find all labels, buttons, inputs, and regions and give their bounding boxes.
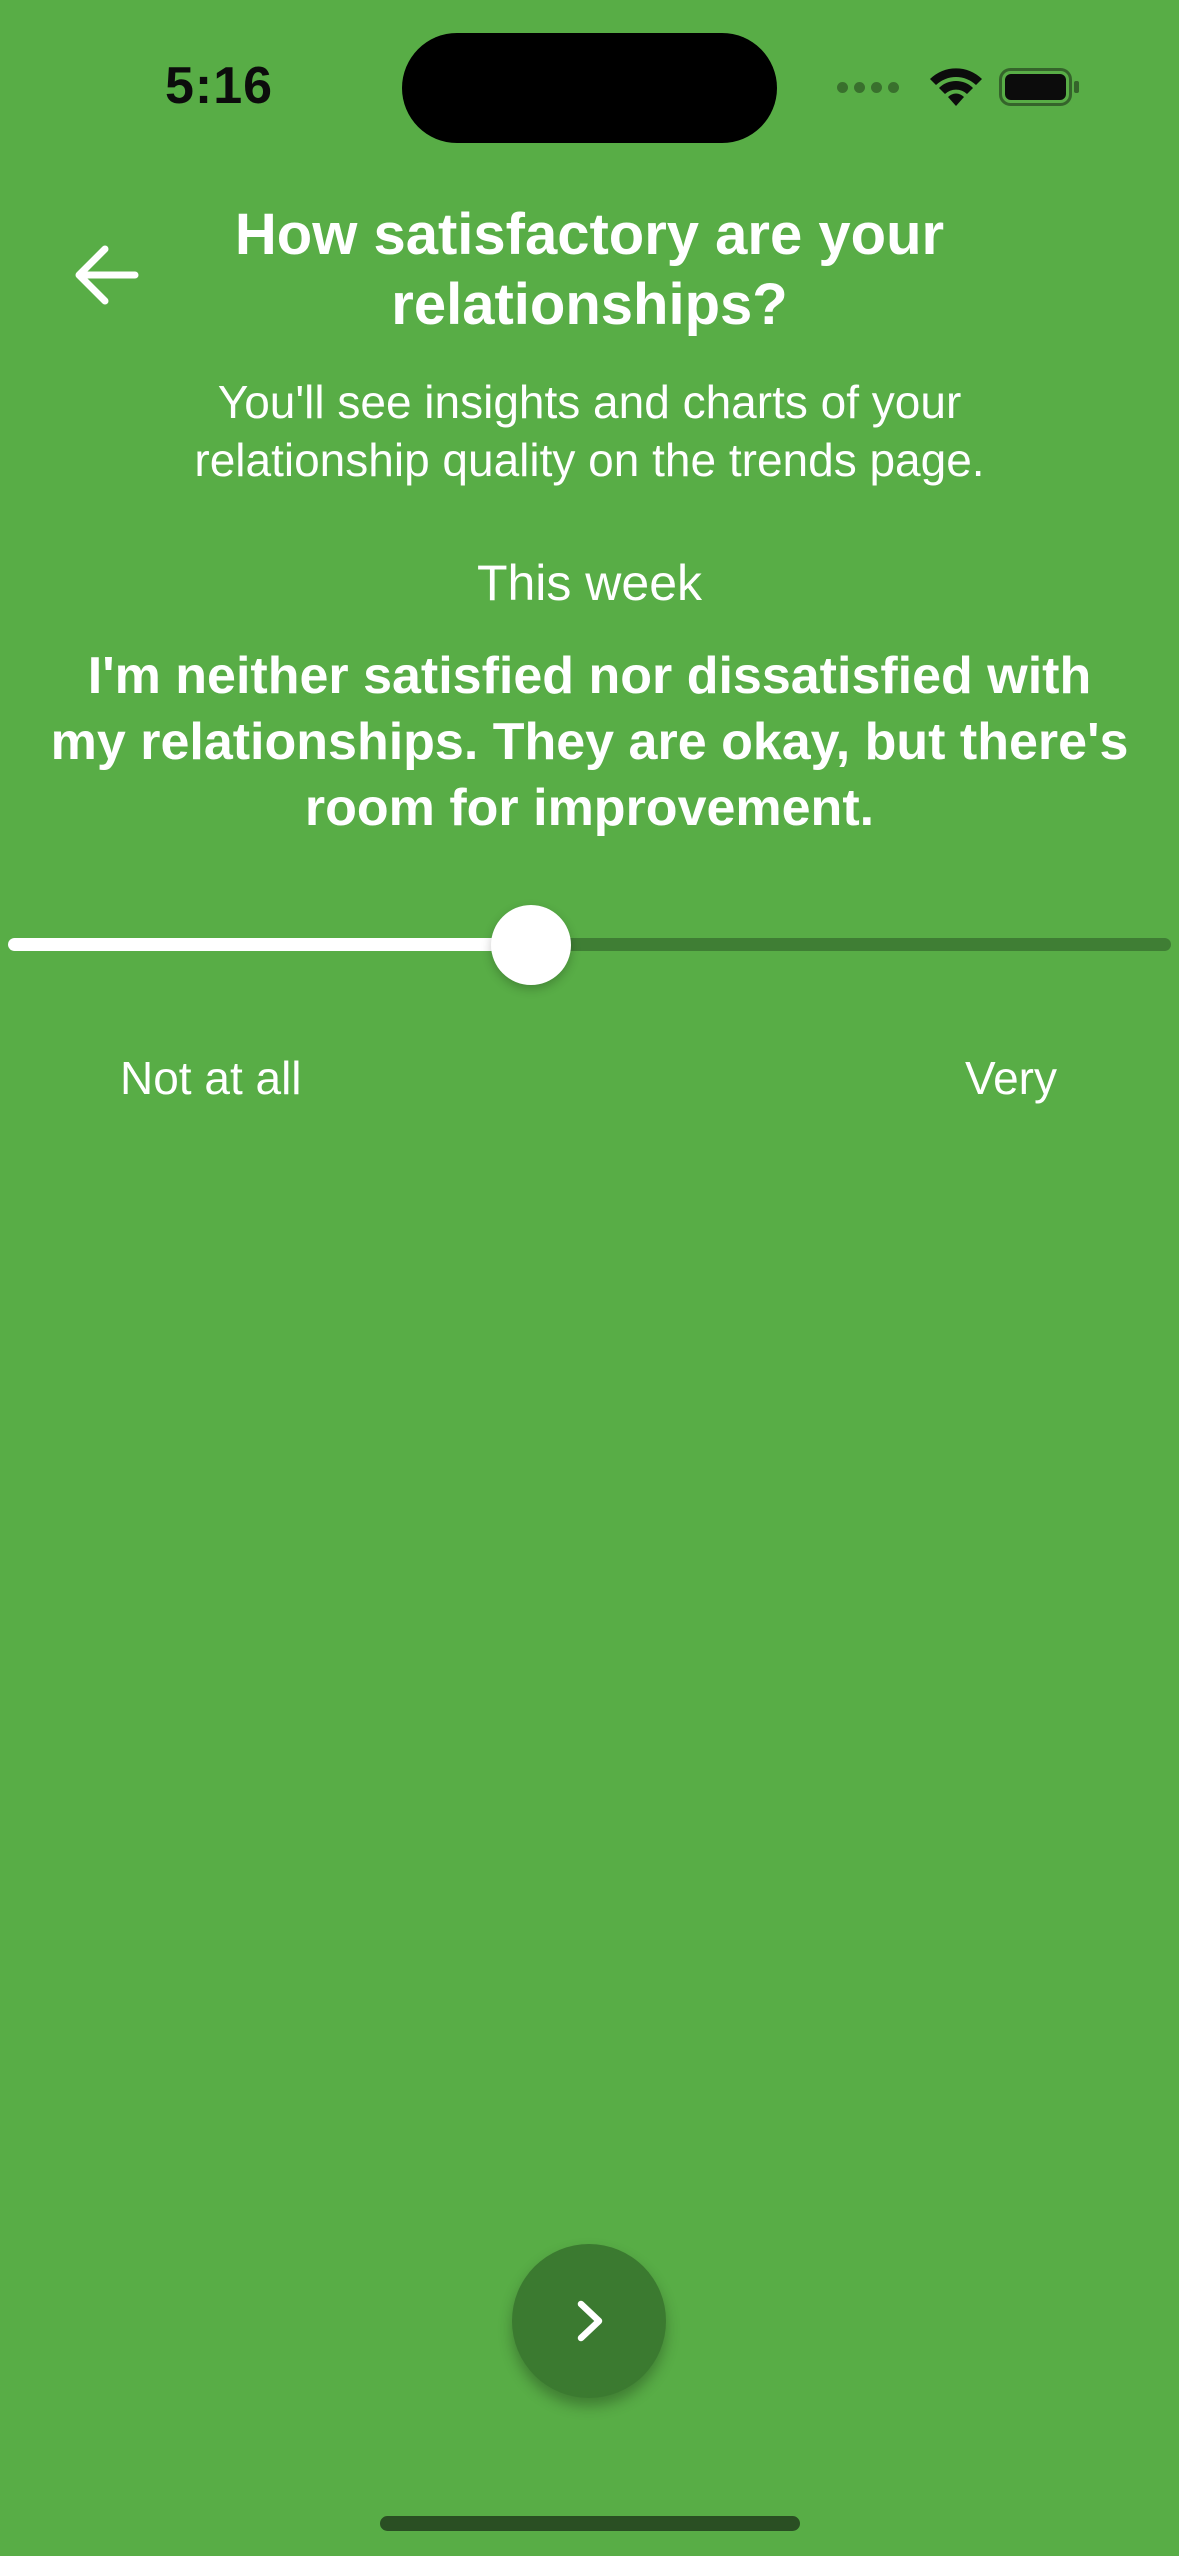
back-button[interactable] [60, 230, 150, 320]
next-button[interactable] [512, 2244, 666, 2398]
cellular-signal-icon [837, 81, 899, 93]
slider-thumb[interactable] [491, 905, 572, 985]
slider-track-filled [8, 938, 532, 951]
page-subtitle: You'll see insights and charts of your r… [194, 376, 985, 486]
dynamic-island [402, 33, 777, 143]
period-label: This week [476, 555, 703, 611]
chevron-right-icon [577, 2300, 603, 2342]
satisfaction-slider[interactable] [8, 905, 1171, 985]
page-title: How satisfactory are your relationships? [234, 202, 945, 337]
status-time: 5:16 [165, 57, 274, 115]
slider-min-label: Not at all [120, 1052, 302, 1104]
wifi-icon [930, 68, 982, 106]
home-indicator [380, 2516, 800, 2531]
arrow-left-icon [75, 245, 139, 305]
battery-icon [999, 68, 1079, 106]
slider-max-label: Very [964, 1052, 1057, 1104]
status-icons [837, 64, 1081, 110]
selected-answer-text: I'm neither satisfied nor dissatisfied w… [50, 647, 1129, 837]
